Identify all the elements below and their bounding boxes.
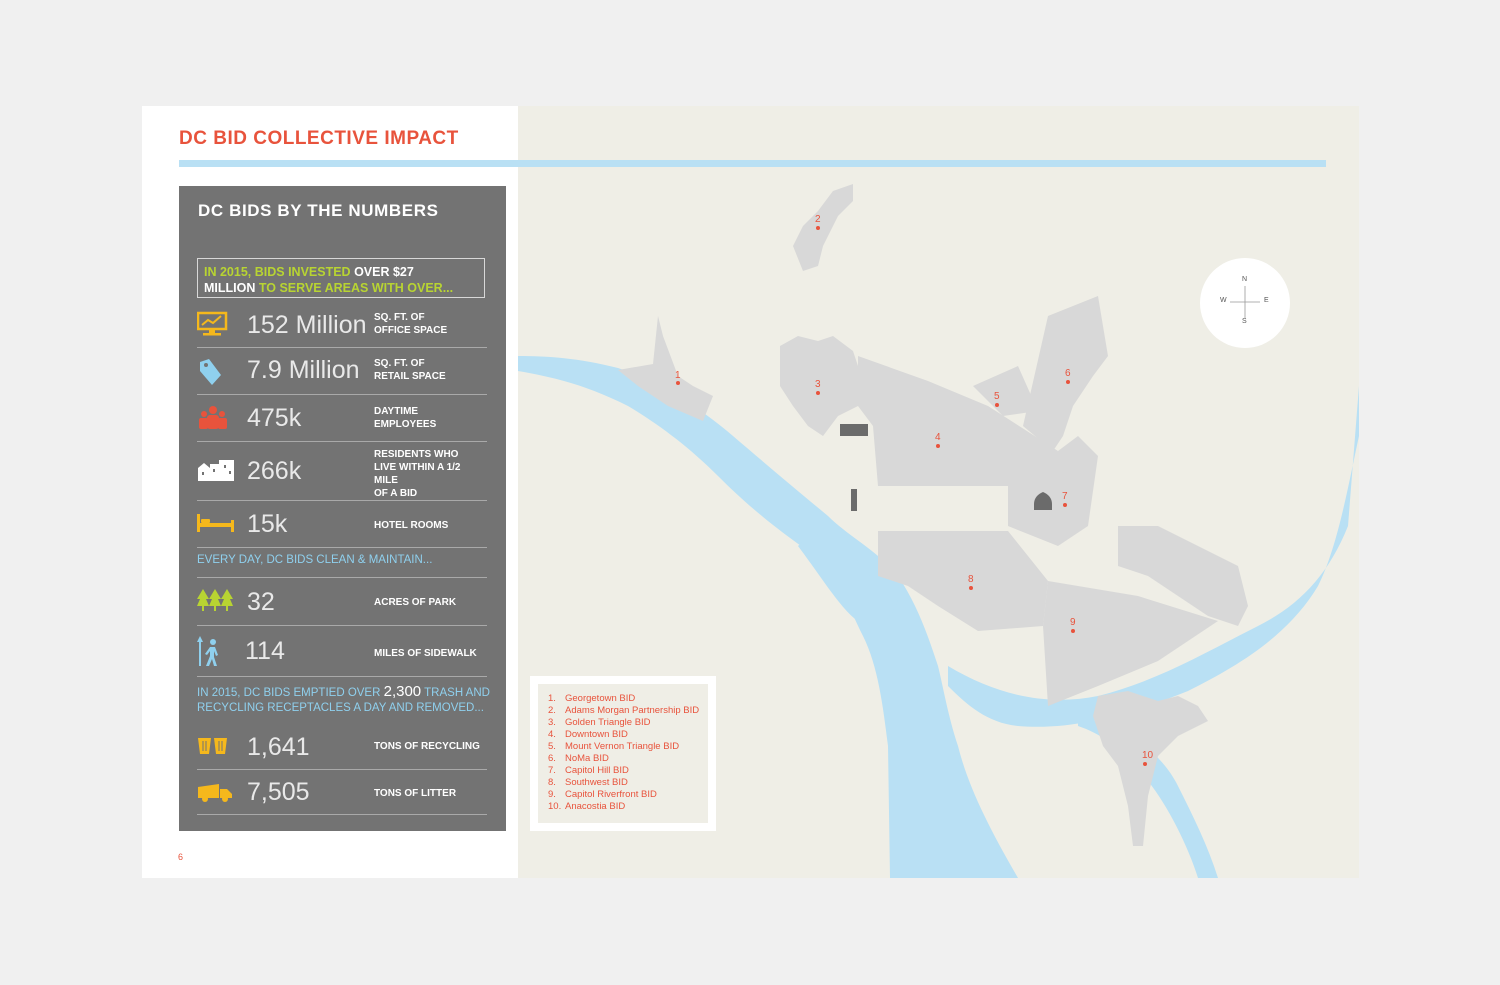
stat-label-line2: OFFICE SPACE xyxy=(374,325,448,336)
legend-item: 8. Southwest BID xyxy=(548,777,628,788)
stat-label: SQ. FT. OF OFFICE SPACE xyxy=(374,311,447,337)
compass-n: N xyxy=(1242,276,1248,283)
white-house-icon xyxy=(840,424,868,436)
marker-10: 10 xyxy=(1142,750,1154,761)
page-number: 6 xyxy=(178,852,184,862)
stat-label-line3: OF A BID xyxy=(374,488,418,499)
stat-litter: 7,505 TONS OF LITTER xyxy=(197,770,487,815)
maintain-intro: EVERY DAY, DC BIDS CLEAN & MAINTAIN... xyxy=(197,554,433,566)
stat-sidewalk: 114 MILES OF SIDEWALK xyxy=(197,626,487,677)
marker-4: 4 xyxy=(935,432,941,443)
stat-value: 7,505 xyxy=(247,778,310,806)
stat-retail-space: 7.9 Million SQ. FT. OF RETAIL SPACE xyxy=(197,348,487,395)
callout-part1: IN 2015, BIDS INVESTED xyxy=(204,265,355,279)
stat-residents: 266k RESIDENTS WHO LIVE WITHIN A 1/2 MILE… xyxy=(197,442,487,501)
stat-label-line1: SQ. FT. OF xyxy=(374,312,425,323)
garbage-truck-icon xyxy=(198,784,232,802)
stat-label-line2: LIVE WITHIN A 1/2 MILE xyxy=(374,462,461,486)
compass-e: E xyxy=(1264,297,1269,304)
stat-label: MILES OF SIDEWALK xyxy=(374,648,477,659)
washington-monument-icon xyxy=(851,489,857,511)
marker-1: 1 xyxy=(675,370,681,381)
stat-label-line1: DAYTIME xyxy=(374,406,419,417)
legend-item: 4. Downtown BID xyxy=(548,729,628,740)
stat-value: 32 xyxy=(247,588,275,616)
trash-intro-line2: RECYCLING RECEPTACLES A DAY AND REMOVED.… xyxy=(197,702,484,714)
marker-9: 9 xyxy=(1070,617,1076,628)
price-tag-icon xyxy=(200,359,221,385)
stat-label-line2: RETAIL SPACE xyxy=(374,371,446,382)
marker-8: 8 xyxy=(968,574,974,585)
callout-part4: TO SERVE AREAS WITH OVER... xyxy=(255,281,454,295)
trash-intro-part1: IN 2015, DC BIDS EMPTIED OVER xyxy=(197,687,384,699)
callout-part2: OVER $27 xyxy=(354,265,414,279)
office-chart-icon xyxy=(197,311,228,336)
pedestrian-icon xyxy=(197,636,218,666)
legend-item: 6. NoMa BID xyxy=(548,753,609,764)
marker-3: 3 xyxy=(815,379,821,390)
map-legend: 1. Georgetown BID 2. Adams Morgan Partners… xyxy=(530,676,716,831)
residences-icon xyxy=(198,460,234,481)
stat-park: 32 ACRES OF PARK xyxy=(197,578,487,626)
trash-intro-part3: TRASH AND xyxy=(421,687,490,699)
stat-value: 266k xyxy=(247,457,302,485)
marker-2: 2 xyxy=(815,214,821,225)
marker-7: 7 xyxy=(1062,491,1068,502)
compass-s: S xyxy=(1242,318,1247,325)
trees-icon xyxy=(197,589,233,611)
stat-hotel-rooms: 15k HOTEL ROOMS xyxy=(197,501,487,548)
stat-value: 152 Million xyxy=(247,311,367,339)
panel-title: DC BIDS BY THE NUMBERS xyxy=(198,201,439,220)
legend-item: 1. Georgetown BID xyxy=(548,693,636,704)
stat-label-line2: EMPLOYEES xyxy=(374,419,437,430)
bed-icon xyxy=(197,514,234,532)
legend-item: 9. Capitol Riverfront BID xyxy=(548,789,657,800)
page-title: DC BID COLLECTIVE IMPACT xyxy=(179,128,459,149)
stat-label: ACRES OF PARK xyxy=(374,597,457,608)
legend-list: 1. Georgetown BID 2. Adams Morgan Partners… xyxy=(548,693,699,813)
stat-value: 475k xyxy=(247,404,302,432)
stat-employees: 475k DAYTIME EMPLOYEES xyxy=(197,395,487,442)
stat-value: 1,641 xyxy=(247,733,310,761)
stat-label: HOTEL ROOMS xyxy=(374,520,449,531)
legend-item: 10. Anacostia BID xyxy=(548,801,626,812)
legend-item: 2. Adams Morgan Partnership BID xyxy=(548,705,700,716)
marker-6: 6 xyxy=(1065,368,1071,379)
trash-intro: IN 2015, DC BIDS EMPTIED OVER 2,300 TRAS… xyxy=(197,684,490,716)
legend-item: 5. Mount Vernon Triangle BID xyxy=(548,741,680,752)
employees-icon xyxy=(199,406,227,429)
stat-value: 7.9 Million xyxy=(247,356,360,384)
stat-label: TONS OF RECYCLING xyxy=(374,741,480,752)
stat-label: DAYTIME EMPLOYEES xyxy=(374,405,436,431)
legend-item: 7. Capitol Hill BID xyxy=(548,765,629,776)
recycling-bins-icon xyxy=(198,738,227,754)
stat-recycling: 1,641 TONS OF RECYCLING xyxy=(197,722,487,770)
legend-item: 3. Golden Triangle BID xyxy=(548,717,651,728)
maintain-intro-row: EVERY DAY, DC BIDS CLEAN & MAINTAIN... xyxy=(197,548,487,578)
investment-callout: IN 2015, BIDS INVESTED OVER $27 MILLION … xyxy=(197,258,485,298)
compass-cross-icon xyxy=(1230,286,1260,318)
stat-value: 114 xyxy=(245,637,285,665)
stat-label: RESIDENTS WHO LIVE WITHIN A 1/2 MILE OF A … xyxy=(374,448,487,500)
title-rule xyxy=(179,160,1326,167)
callout-part3: MILLION xyxy=(204,281,256,295)
stat-office-space: 152 Million SQ. FT. OF OFFICE SPACE xyxy=(197,303,487,348)
compass-rose: N S E W xyxy=(1200,258,1290,348)
district-adams-morgan xyxy=(793,184,853,271)
trash-intro-count: 2,300 xyxy=(383,683,422,700)
compass-w: W xyxy=(1220,297,1227,304)
marker-5: 5 xyxy=(994,391,1000,402)
stat-label: TONS OF LITTER xyxy=(374,788,457,799)
stat-label-line1: SQ. FT. OF xyxy=(374,358,425,369)
stat-label-line1: RESIDENTS WHO xyxy=(374,449,459,460)
stat-value: 15k xyxy=(247,510,288,538)
stat-label: SQ. FT. OF RETAIL SPACE xyxy=(374,357,446,383)
